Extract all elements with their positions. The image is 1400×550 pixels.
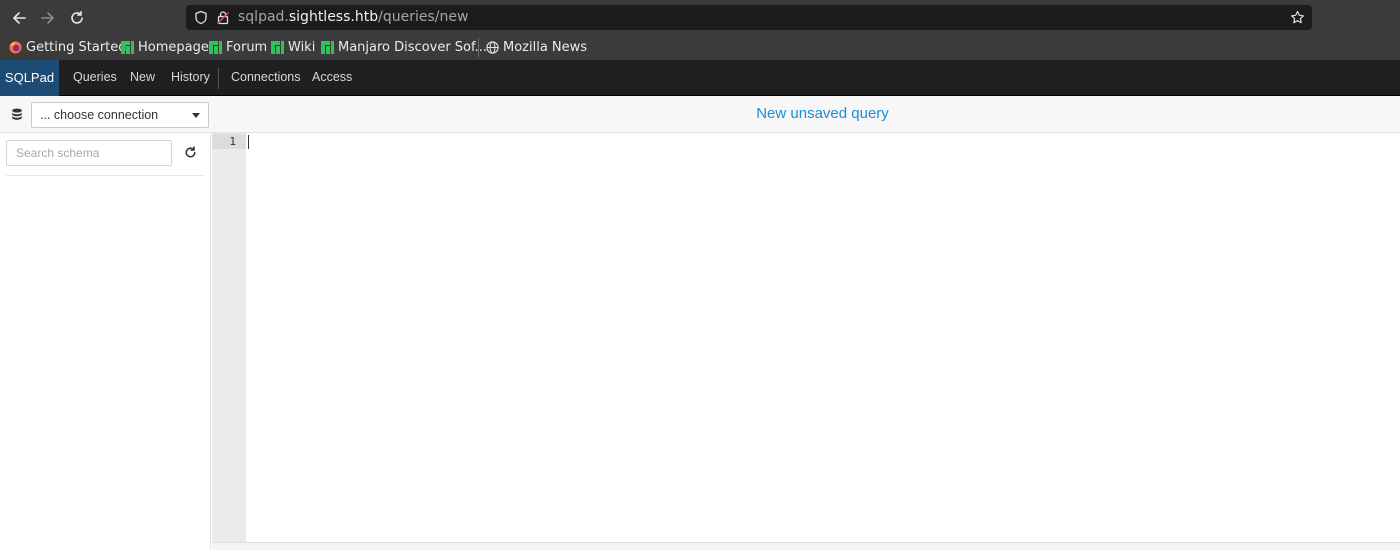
- bookmark-label: Forum: [226, 40, 268, 55]
- bookmark-label: Wiki: [288, 40, 316, 55]
- reload-icon: [71, 11, 83, 24]
- manjaro-icon: [209, 41, 222, 54]
- shield-icon: [195, 10, 207, 25]
- arrow-right-icon: [41, 12, 54, 24]
- schema-search-input[interactable]: [6, 140, 172, 166]
- reload-button[interactable]: [65, 6, 89, 30]
- url-path: /queries/new: [378, 9, 469, 25]
- bookmark-label: Getting Started: [26, 40, 127, 55]
- manjaro-icon: [121, 41, 134, 54]
- database-icon: [12, 108, 22, 120]
- editor-gutter: 1: [212, 133, 246, 542]
- manjaro-icon: [321, 41, 334, 54]
- manjaro-icon: [271, 41, 284, 54]
- text-cursor: [248, 135, 249, 149]
- bookmarks-separator: [478, 38, 479, 57]
- bookmark-getting-started[interactable]: Getting Started: [9, 35, 127, 60]
- query-title[interactable]: New unsaved query: [650, 96, 995, 133]
- arrow-left-icon: [13, 12, 26, 24]
- globe-icon: [486, 41, 499, 54]
- insecure-lock-icon[interactable]: [216, 10, 230, 25]
- nav-new[interactable]: New: [130, 60, 155, 96]
- bookmark-label: Manjaro Discover Sof...: [338, 40, 488, 55]
- caret-down-icon: [192, 113, 200, 118]
- editor-bottom-border: [212, 542, 1400, 550]
- url-host: sightless.htb: [288, 9, 379, 25]
- back-button[interactable]: [7, 6, 31, 30]
- bookmark-star-icon[interactable]: [1290, 10, 1305, 25]
- bookmark-label: Mozilla News: [503, 40, 588, 55]
- bookmark-manjaro-discover[interactable]: Manjaro Discover Sof...: [321, 35, 487, 60]
- nav-connections[interactable]: Connections: [231, 60, 301, 96]
- app-navbar: SQLPad Queries New History Connections A…: [0, 60, 1400, 96]
- nav-history[interactable]: History: [171, 60, 210, 96]
- url-bar[interactable]: sqlpad.sightless.htb/queries/new: [186, 5, 1312, 30]
- bookmark-label: Homepage: [138, 40, 209, 55]
- bookmarks-bar: Getting Started Homepage Forum Wiki Manj…: [0, 35, 1400, 60]
- forward-button[interactable]: [36, 6, 60, 30]
- bookmark-homepage[interactable]: Homepage: [121, 35, 209, 60]
- schema-divider: [6, 175, 204, 176]
- connection-select[interactable]: ... choose connection: [31, 102, 209, 128]
- schema-sidebar: [0, 133, 211, 550]
- browser-toolbar: sqlpad.sightless.htb/queries/new: [0, 0, 1400, 35]
- line-number: 1: [229, 135, 236, 148]
- sql-editor[interactable]: 1: [212, 133, 1400, 542]
- url-text[interactable]: sqlpad.sightless.htb/queries/new: [238, 5, 468, 30]
- bookmark-forum[interactable]: Forum: [209, 35, 267, 60]
- nav-divider: [218, 68, 219, 89]
- brand-logo[interactable]: SQLPad: [0, 60, 59, 96]
- bookmark-mozilla-news[interactable]: Mozilla News: [486, 35, 587, 60]
- refresh-icon[interactable]: [184, 146, 197, 159]
- query-toolbar: ... choose connection New unsaved query: [0, 96, 1400, 133]
- connection-select-value: ... choose connection: [40, 108, 159, 122]
- nav-access[interactable]: Access: [312, 60, 352, 96]
- nav-queries[interactable]: Queries: [73, 60, 117, 96]
- bookmark-wiki[interactable]: Wiki: [271, 35, 315, 60]
- firefox-icon: [9, 41, 22, 54]
- url-subdomain: sqlpad.: [238, 9, 289, 25]
